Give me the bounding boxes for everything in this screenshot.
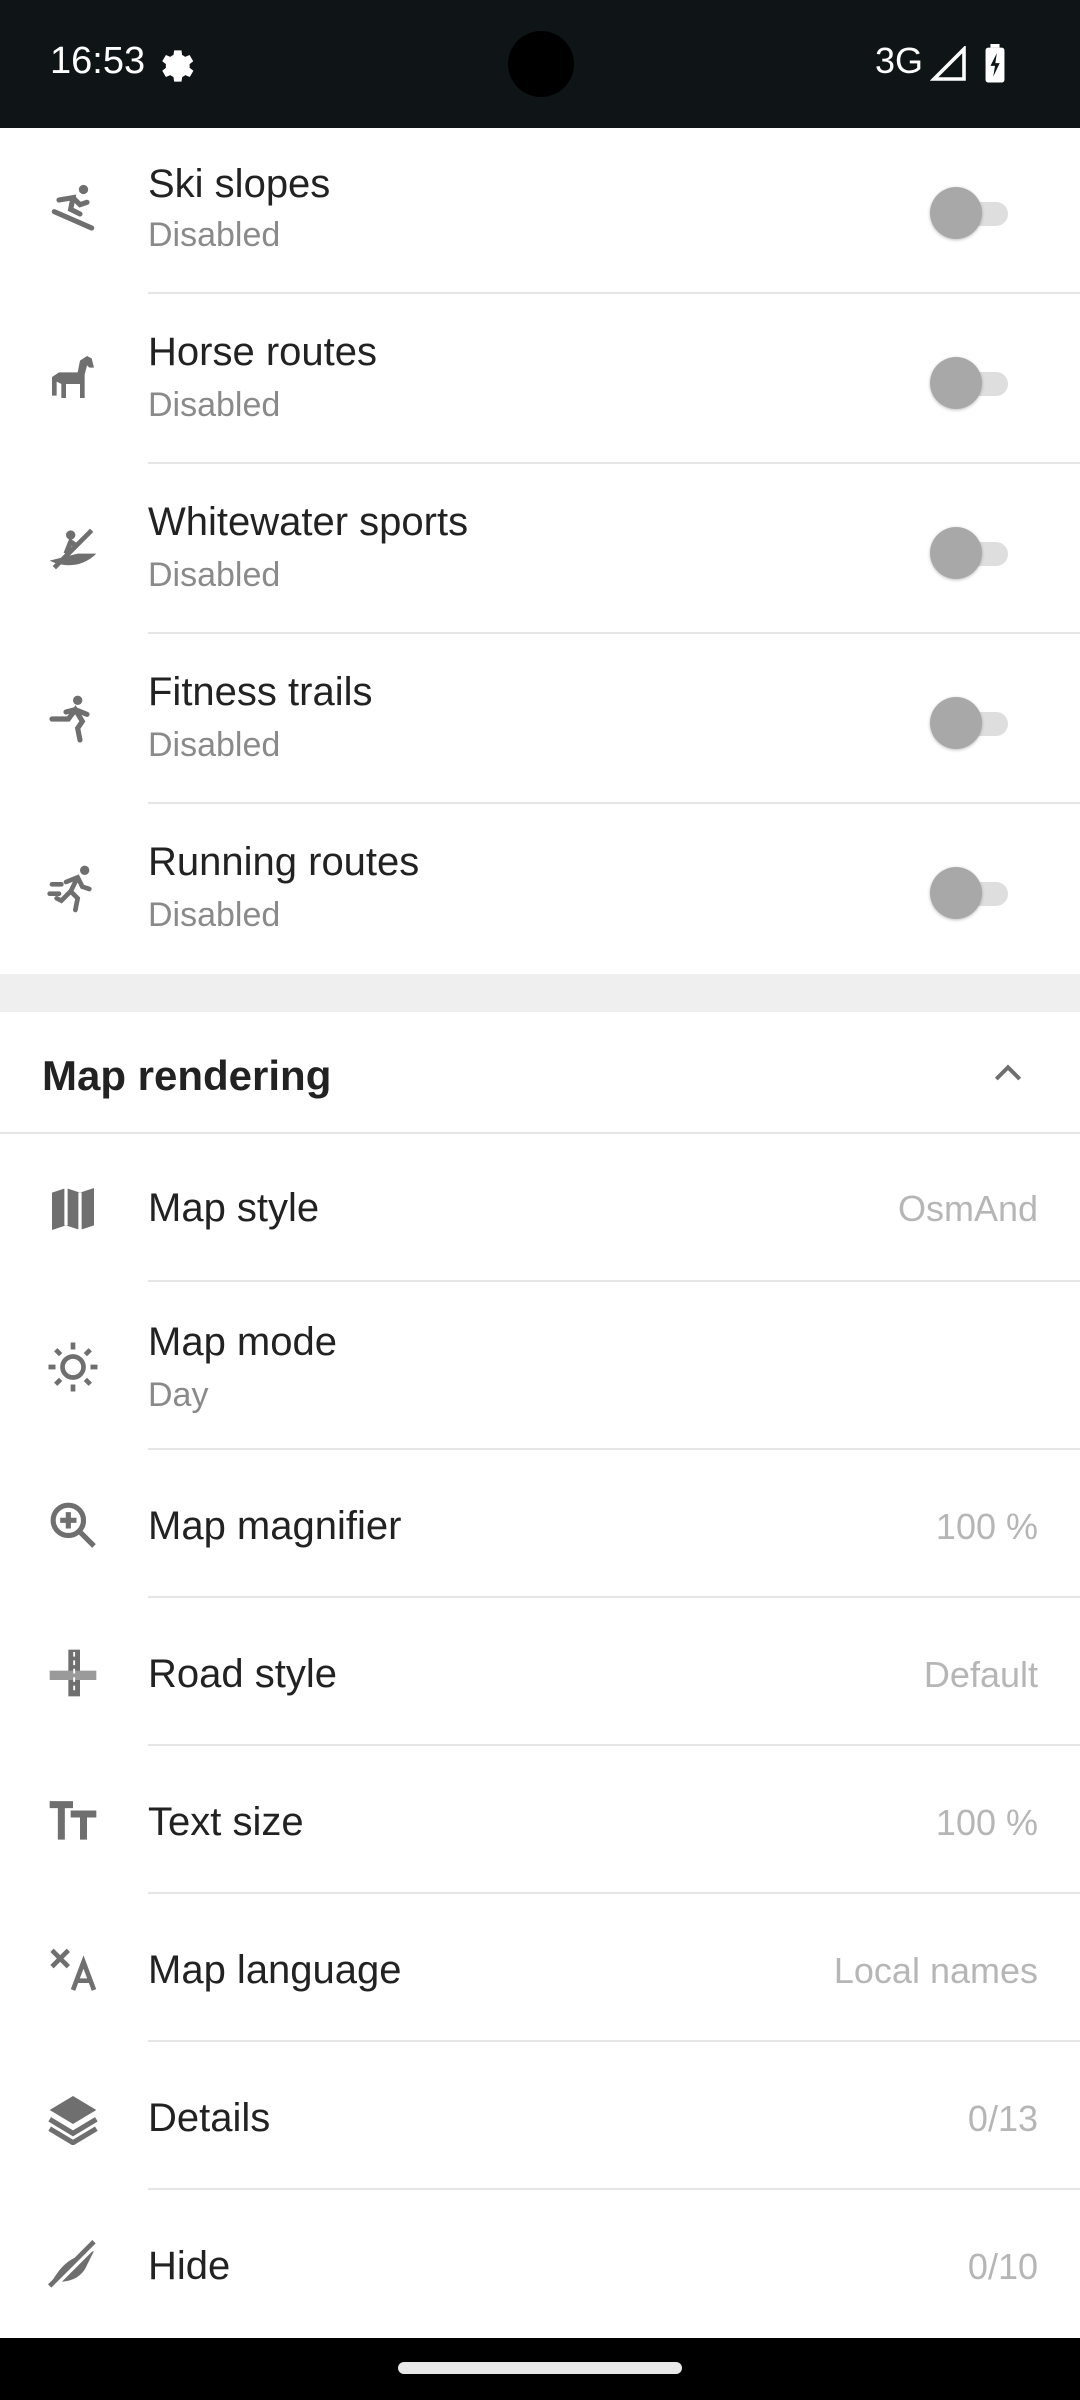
ski-slopes-toggle[interactable] (930, 182, 1010, 242)
list-item-horse-routes[interactable]: Horse routes Disabled (0, 296, 1080, 464)
divider (148, 1744, 1080, 1746)
gear-icon (162, 50, 194, 82)
list-item-ski-slopes[interactable]: Ski slopes Disabled (0, 130, 1080, 294)
list-item-hide[interactable]: Hide 0/10 (0, 2192, 1080, 2338)
row-value: 0/10 (967, 2246, 1038, 2287)
kayak-icon (42, 518, 104, 580)
layers-icon (42, 2086, 104, 2148)
row-subtitle: Disabled (148, 896, 281, 934)
list-item-text-size[interactable]: Text size 100 % (0, 1748, 1080, 1894)
list-item-running-routes[interactable]: Running routes Disabled (0, 806, 1080, 974)
list-item-map-mode[interactable]: Map mode Day (0, 1284, 1080, 1450)
fitness-trails-toggle[interactable] (930, 692, 1010, 752)
list-item-fitness-trails[interactable]: Fitness trails Disabled (0, 636, 1080, 804)
row-title: Road style (148, 1652, 337, 1696)
row-title: Text size (148, 1800, 304, 1844)
section-divider (0, 974, 1080, 1012)
list-item-details[interactable]: Details 0/13 (0, 2044, 1080, 2190)
divider (148, 1892, 1080, 1894)
row-title: Horse routes (148, 330, 377, 374)
row-value: Local names (833, 1950, 1038, 1991)
row-title: Map magnifier (148, 1504, 402, 1548)
sun-icon (42, 1336, 104, 1398)
row-title: Details (148, 2096, 271, 2140)
zoom-in-icon (42, 1494, 104, 1556)
list-item-map-language[interactable]: Map language Local names (0, 1896, 1080, 2042)
row-title: Hide (148, 2244, 231, 2288)
row-value: 100 % (935, 1802, 1038, 1843)
row-value: Default (923, 1654, 1038, 1695)
row-value: 100 % (935, 1506, 1038, 1547)
list-item-whitewater-sports[interactable]: Whitewater sports Disabled (0, 466, 1080, 634)
divider (148, 1448, 1080, 1450)
divider (148, 1280, 1080, 1282)
row-subtitle: Disabled (148, 556, 281, 594)
battery-icon (985, 44, 1005, 83)
map-rendering-header: Map rendering (0, 1012, 1080, 1134)
row-title: Map mode (148, 1320, 337, 1364)
divider (148, 462, 1080, 464)
list-item-map-style[interactable]: Map style OsmAnd (0, 1136, 1080, 1282)
camera-cutout (508, 31, 574, 97)
row-value: OsmAnd (897, 1188, 1038, 1229)
row-title: Fitness trails (148, 670, 373, 714)
network-type: 3G (875, 40, 924, 81)
divider (0, 1132, 1080, 1134)
row-subtitle: Day (148, 1376, 209, 1414)
row-subtitle: Disabled (148, 216, 281, 254)
divider (148, 1596, 1080, 1598)
row-value: 0/13 (967, 2098, 1038, 2139)
divider (148, 2040, 1080, 2042)
row-title: Ski slopes (148, 162, 331, 206)
row-title: Map style (148, 1186, 320, 1230)
section-title: Map rendering (42, 1052, 332, 1099)
fitness-icon (42, 688, 104, 750)
list-item-map-magnifier[interactable]: Map magnifier 100 % (0, 1452, 1080, 1598)
divider (148, 802, 1080, 804)
road-icon (42, 1642, 104, 1704)
row-title: Running routes (148, 840, 420, 884)
running-icon (42, 858, 104, 920)
horse-routes-toggle[interactable] (930, 352, 1010, 412)
text-size-icon (42, 1790, 104, 1852)
list-item-road-style[interactable]: Road style Default (0, 1600, 1080, 1746)
row-title: Map language (148, 1948, 402, 1992)
row-subtitle: Disabled (148, 386, 281, 424)
chevron-up-icon (994, 1064, 1022, 1081)
navigation-bar (0, 2338, 1080, 2400)
status-time: 16:53 (50, 40, 146, 82)
divider (148, 2188, 1080, 2190)
status-bar: 16:53 3G (0, 0, 1080, 128)
row-subtitle: Disabled (148, 726, 281, 764)
visibility-off-icon (42, 2234, 104, 2296)
horse-icon (42, 346, 104, 408)
whitewater-sports-toggle[interactable] (930, 522, 1010, 582)
signal-icon (930, 46, 966, 81)
home-gesture-handle[interactable] (398, 2362, 682, 2374)
divider (148, 632, 1080, 634)
running-routes-toggle[interactable] (930, 862, 1010, 922)
translate-icon (42, 1938, 104, 2000)
skier-icon (42, 176, 104, 238)
map-icon (42, 1178, 104, 1240)
divider (148, 292, 1080, 294)
row-title: Whitewater sports (148, 500, 469, 544)
collapse-button[interactable] (976, 1042, 1040, 1106)
